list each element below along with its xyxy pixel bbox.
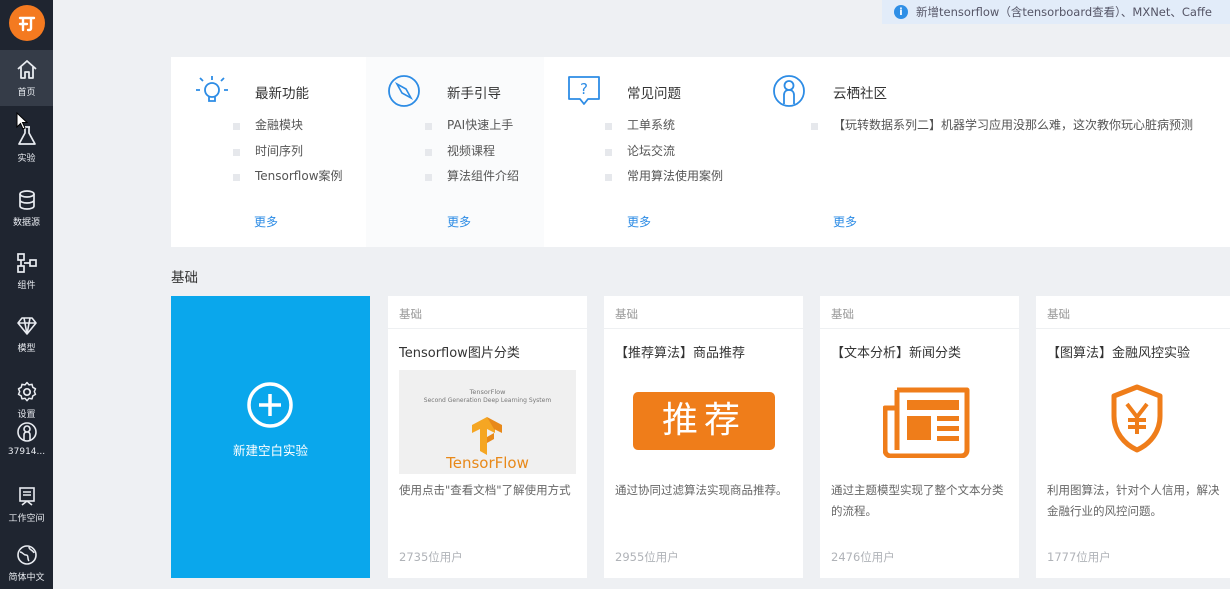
finance-thumbnail [1047,370,1224,474]
info-link[interactable]: 视频课程 [425,139,519,165]
tensorflow-logo-icon [472,417,502,455]
info-column-guide: 新手引导 PAI快速上手 视频课程 算法组件介绍 更多 [366,57,544,247]
card-tag: 基础 [604,296,803,329]
card-description: 使用点击"查看文档"了解使用方式 [399,483,571,497]
new-experiment-card[interactable]: 新建空白实验 [171,296,370,578]
diamond-icon [16,317,37,335]
user-icon [16,421,37,442]
card-user-count: 2735位用户 [399,550,463,564]
info-list-guide: PAI快速上手 视频课程 算法组件介绍 [425,113,519,190]
card-title: 【推荐算法】商品推荐 [615,346,746,361]
info-link[interactable]: 时间序列 [233,139,343,165]
info-link[interactable]: 常用算法使用案例 [605,164,723,190]
info-title-guide: 新手引导 [447,86,501,102]
newspaper-icon [883,387,970,458]
card-tag: 基础 [820,296,1019,329]
card-tag: 基础 [388,296,587,329]
card-description: 利用图算法，针对个人信用，解决金融行业的风控问题。 [1047,483,1220,518]
info-link[interactable]: 【玩转数据系列二】机器学习应用没那么难，这次教你玩心脏病预测 [811,113,1193,139]
nav-experiments-label: 实验 [17,154,36,164]
template-card-news[interactable]: 基础 【文本分析】新闻分类 通过主题模型实现了整个文本分类的流程。 2476位用… [820,296,1019,578]
template-card-tensorflow[interactable]: 基础 Tensorflow图片分类 TensorFlow Second Gene… [388,296,587,578]
info-link[interactable]: PAI快速上手 [425,113,519,139]
database-icon [18,190,35,210]
info-list-community: 【玩转数据系列二】机器学习应用没那么难，这次教你玩心脏病预测 [811,113,1193,139]
card-description: 通过主题模型实现了整个文本分类的流程。 [831,483,1004,518]
nav-datasource-label: 数据源 [12,218,40,228]
news-thumbnail [831,370,1008,474]
lightbulb-icon [196,76,228,102]
info-title-features: 最新功能 [255,86,309,102]
globe-icon [16,545,37,565]
mouse-cursor-icon [16,112,28,130]
info-link[interactable]: 金融模块 [233,113,343,139]
workspace-icon [18,487,35,506]
nav-home-label: 首页 [17,88,36,98]
nav-components[interactable]: 组件 [0,243,53,299]
more-link-community[interactable]: 更多 [833,213,857,230]
info-link[interactable]: 论坛交流 [605,139,723,165]
card-description: 通过协同过滤算法实现商品推荐。 [615,483,788,497]
info-title-community: 云栖社区 [833,86,887,102]
card-user-count: 2476位用户 [831,550,895,564]
card-user-count: 1777位用户 [1047,550,1111,564]
recommend-badge: 推荐 [633,392,775,450]
nav-components-label: 组件 [17,281,36,291]
info-list-features: 金融模块 时间序列 Tensorflow案例 [233,113,343,190]
home-icon [16,60,37,79]
info-icon: i [894,5,908,19]
new-experiment-label: 新建空白实验 [232,443,308,458]
sidebar: 首页 实验 数据源 组件 模型 设置 37914... 工作空间 简体中文 [0,0,53,589]
nav-language[interactable]: 简体中文 [0,535,53,589]
nav-workspace[interactable]: 工作空间 [0,476,53,532]
thumb-title: TensorFlow [469,388,506,396]
nav-language-label: 简体中文 [8,573,45,583]
nav-user[interactable]: 37914... [0,410,53,466]
pai-logo-icon [8,4,45,41]
component-icon [16,253,37,273]
shield-yen-icon [1111,384,1163,453]
card-user-count: 2955位用户 [615,550,679,564]
notice-banner[interactable]: i 新增tensorflow（含tensorboard查看）、MXNet、Caf… [882,0,1230,24]
nav-models-label: 模型 [17,344,36,354]
logo[interactable] [0,0,53,45]
info-link[interactable]: 工单系统 [605,113,723,139]
plus-circle-icon [247,382,293,428]
more-link-faq[interactable]: 更多 [627,213,651,230]
info-column-faq: ? 常见问题 工单系统 论坛交流 常用算法使用案例 更多 [544,57,749,247]
info-title-faq: 常见问题 [627,86,681,102]
more-link-features[interactable]: 更多 [254,213,278,230]
nav-models[interactable]: 模型 [0,306,53,362]
more-link-guide[interactable]: 更多 [447,213,471,230]
recommend-thumbnail: 推荐 [615,370,792,474]
gear-icon [17,381,36,402]
section-title: 基础 [171,270,198,286]
card-title: Tensorflow图片分类 [399,346,520,361]
card-title: 【图算法】金融风控实验 [1047,346,1191,361]
tensorflow-thumbnail: TensorFlow Second Generation Deep Learni… [399,370,576,474]
question-icon: ? [568,76,600,105]
thumb-brand: TensorFlow [446,454,529,472]
community-icon [773,75,805,107]
svg-text:?: ? [580,80,588,98]
thumb-subtitle: Second Generation Deep Learning System [423,397,552,404]
info-column-features: 最新功能 金融模块 时间序列 Tensorflow案例 更多 [171,57,366,247]
info-list-faq: 工单系统 论坛交流 常用算法使用案例 [605,113,723,190]
nav-user-label: 37914... [7,446,46,457]
info-link[interactable]: Tensorflow案例 [233,164,343,190]
info-panel: 最新功能 金融模块 时间序列 Tensorflow案例 更多 新手引导 PAI快… [171,57,1230,247]
card-title: 【文本分析】新闻分类 [831,346,962,361]
notice-text: 新增tensorflow（含tensorboard查看）、MXNet、Caffe [916,5,1212,19]
template-card-recommend[interactable]: 基础 【推荐算法】商品推荐 推荐 通过协同过滤算法实现商品推荐。 2955位用户 [604,296,803,578]
nav-workspace-label: 工作空间 [8,514,45,524]
card-tag: 基础 [1036,296,1230,329]
template-card-finance[interactable]: 基础 【图算法】金融风控实验 利用图算法，针对个人信用，解决金融行业的风控问题。… [1036,296,1230,578]
info-link[interactable]: 算法组件介绍 [425,164,519,190]
compass-icon [388,75,420,107]
nav-datasource[interactable]: 数据源 [0,180,53,236]
info-column-community: 云栖社区 【玩转数据系列二】机器学习应用没那么难，这次教你玩心脏病预测 更多 [749,57,1230,247]
nav-home[interactable]: 首页 [0,50,53,106]
